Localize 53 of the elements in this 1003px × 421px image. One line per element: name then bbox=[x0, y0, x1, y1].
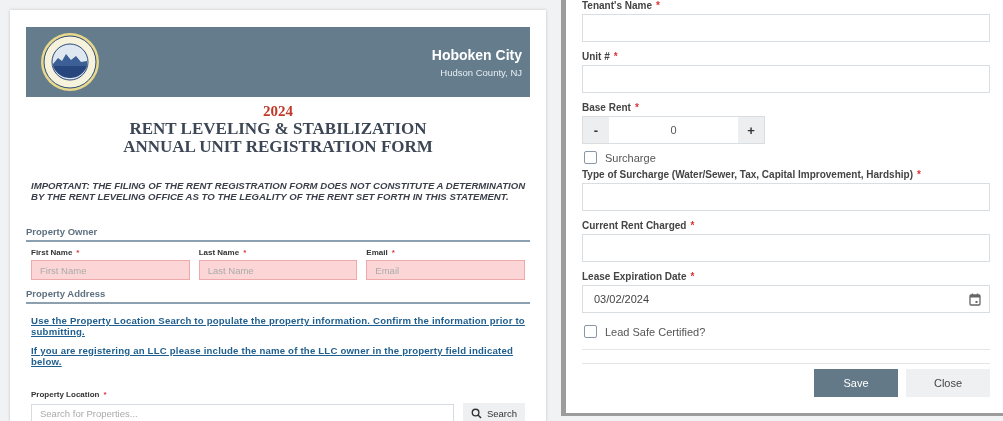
city-seal-icon bbox=[40, 32, 100, 92]
label-text: Base Rent bbox=[582, 102, 631, 113]
checkbox[interactable] bbox=[584, 325, 597, 338]
label-text: Unit # bbox=[582, 51, 610, 62]
notice-text: IMPORTANT: THE FILING OF THE RENT REGISTRATION FORM DOES NOT CONSTITUTE A DETERMINATION BY THE RENT LEVELING OFFICE AS TO THE LEGALITY OF THE RENT SET FORTH IN THIS STATEMENT. bbox=[31, 180, 527, 202]
label-text: Last Name bbox=[198, 248, 240, 257]
checkbox[interactable] bbox=[584, 151, 597, 164]
required-mark: * bbox=[690, 271, 695, 282]
number-stepper[interactable]: - 0 + bbox=[582, 116, 765, 144]
required-mark: * bbox=[613, 51, 618, 62]
label-text: Type of Surcharge (Water/Sewer, Tax, Capital Improvement, Hardship) bbox=[582, 169, 913, 180]
save-button[interactable]: Save bbox=[814, 369, 898, 397]
search-icon bbox=[470, 408, 482, 419]
required-mark: * bbox=[243, 248, 247, 257]
required-mark: * bbox=[917, 169, 921, 180]
section-title: Property Owner bbox=[26, 226, 530, 242]
required-mark: * bbox=[656, 0, 660, 11]
required-mark: * bbox=[103, 390, 107, 399]
checkbox-label: Surcharge bbox=[605, 151, 656, 164]
close-button[interactable]: Close bbox=[906, 369, 990, 397]
decrement-button[interactable]: - bbox=[583, 117, 609, 143]
required-mark: * bbox=[690, 220, 695, 231]
label-text: First Name bbox=[31, 248, 73, 257]
required-mark: * bbox=[76, 248, 80, 257]
input-field[interactable]: Email bbox=[366, 260, 525, 280]
info-link[interactable]: Use the Property Location Search to populate the property information. Confirm the information prior to submitting. bbox=[31, 316, 525, 337]
info-link[interactable]: If you are registering an LLC please include the name of the LLC owner in the property field indicated below. bbox=[31, 346, 525, 367]
form-title: ANNUAL UNIT REGISTRATION FORM bbox=[122, 138, 434, 156]
input-field[interactable] bbox=[582, 65, 990, 93]
input-field[interactable]: Last Name bbox=[198, 260, 358, 280]
form-year: 2024 bbox=[262, 103, 294, 120]
county-name: Hudson County, NJ bbox=[439, 66, 522, 78]
stepper-value: 0 bbox=[669, 123, 678, 138]
calendar-icon[interactable] bbox=[969, 292, 981, 306]
label-text: Email bbox=[366, 248, 388, 257]
city-name: Hoboken City bbox=[431, 46, 522, 63]
input-field[interactable] bbox=[582, 183, 990, 211]
input-field[interactable]: First Name bbox=[31, 260, 190, 280]
input-field[interactable] bbox=[582, 14, 990, 42]
label-text: Tenant's Name bbox=[582, 0, 652, 11]
increment-button[interactable]: + bbox=[738, 117, 764, 143]
label-text: Lease Expiration Date bbox=[582, 271, 687, 282]
form-title: RENT LEVELING & STABILIZATION bbox=[128, 120, 428, 138]
required-mark: * bbox=[391, 248, 395, 257]
date-field[interactable]: 03/02/2024 bbox=[582, 285, 990, 313]
label-text: Property Location bbox=[31, 390, 100, 399]
input-field[interactable] bbox=[582, 234, 990, 262]
label-text: Current Rent Charged bbox=[582, 220, 687, 231]
search-field[interactable]: Search for Properties... bbox=[31, 403, 454, 421]
search-button[interactable]: Search bbox=[463, 403, 525, 421]
required-mark: * bbox=[634, 102, 639, 113]
section-title: Property Address bbox=[26, 288, 530, 304]
checkbox-label: Lead Safe Certified? bbox=[605, 325, 706, 338]
